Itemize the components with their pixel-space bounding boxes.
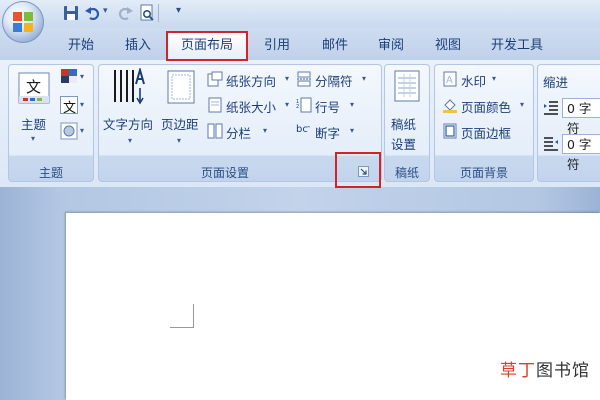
themes-dropdown-icon: ▾ (31, 134, 36, 143)
tab-insert[interactable]: 插入 (125, 36, 151, 56)
tab-page-layout[interactable]: 页面布局 (166, 31, 248, 61)
text-direction-dropdown-icon: ▾ (128, 136, 133, 145)
left-indent-icon (544, 101, 558, 115)
theme-colors-dropdown-icon[interactable]: ▾ (80, 72, 84, 81)
watermark-label: 水印 (461, 74, 487, 89)
page-borders-label: 页面边框 (461, 126, 512, 141)
breaks-label: 分隔符 (315, 74, 353, 89)
size-dropdown-icon: ▾ (285, 100, 290, 109)
manuscript-label-line2: 设置 (391, 137, 417, 152)
columns-icon (207, 123, 223, 139)
office-logo-icon (13, 12, 33, 32)
watermark-button[interactable]: A 水印 ▾ (442, 70, 522, 90)
indent-label: 缩进 (543, 75, 569, 90)
margins-button[interactable]: 页边距 ▾ (161, 68, 203, 150)
page-setup-group-label: 页面设置 (200, 166, 249, 180)
svg-text:A: A (446, 75, 453, 86)
save-icon[interactable] (62, 4, 80, 22)
manuscript-settings-button[interactable]: 稿纸 设置 (386, 68, 428, 152)
tab-references[interactable]: 引用 (264, 36, 290, 56)
theme-fonts-dropdown-icon[interactable]: ▾ (80, 100, 84, 109)
orientation-label: 纸张方向 (226, 74, 277, 89)
left-indent-input[interactable]: 0 字符 (562, 98, 600, 136)
quick-access-separator (158, 4, 159, 22)
tab-view[interactable]: 视图 (435, 36, 461, 56)
hyphenation-button[interactable]: bc - 断字 ▾ (296, 122, 370, 142)
right-indent-icon (544, 137, 558, 151)
tab-home[interactable]: 开始 (68, 36, 94, 56)
site-watermark: 草丁图书馆 (500, 356, 590, 381)
office-button[interactable] (2, 1, 44, 43)
manuscript-label-line1: 稿纸 (391, 117, 417, 132)
svg-text:2: 2 (296, 104, 299, 110)
themes-glyph: 文 (26, 78, 42, 96)
text-direction-button[interactable]: 文字方向 ▾ (103, 68, 161, 150)
theme-effects-dropdown-icon[interactable]: ▾ (80, 126, 84, 135)
theme-effects-icon[interactable] (60, 122, 78, 140)
page-color-icon (443, 99, 457, 113)
columns-dropdown-icon: ▾ (263, 126, 268, 135)
hyphenation-dash-icon: - (307, 122, 311, 132)
margins-dropdown-icon: ▾ (177, 136, 182, 145)
paper-size-icon (208, 97, 222, 113)
manuscript-group-label: 稿纸 (394, 166, 419, 180)
columns-label: 分栏 (226, 126, 252, 141)
print-preview-icon[interactable] (138, 4, 156, 22)
orientation-button[interactable]: 纸张方向 ▾ (207, 70, 293, 90)
themes-button-label: 主题 (21, 117, 47, 132)
line-numbers-icon: 1 2 (296, 97, 312, 113)
right-indent-input[interactable]: 0 字符 (562, 134, 600, 172)
theme-fonts-icon: 文 (63, 101, 77, 116)
page-color-button[interactable]: 页面颜色 ▾ (442, 96, 530, 116)
customize-quick-access-icon[interactable]: ▾ (176, 5, 181, 16)
text-direction-label: 文字方向 (103, 117, 154, 132)
hyphenation-dropdown-icon: ▾ (350, 126, 355, 135)
page-background-group-label: 页面背景 (459, 166, 508, 180)
orientation-dropdown-icon: ▾ (285, 74, 290, 83)
orientation-icon (207, 71, 223, 87)
size-label: 纸张大小 (226, 100, 277, 115)
page-setup-launcher-highlight (335, 152, 381, 188)
theme-colors-icon[interactable] (60, 68, 78, 84)
margins-label: 页边距 (161, 117, 199, 132)
hyphenation-label: 断字 (315, 126, 341, 141)
undo-dropdown-icon[interactable]: ▾ (103, 6, 108, 16)
line-numbers-dropdown-icon: ▾ (350, 100, 355, 109)
theme-fonts-button[interactable]: 文 (60, 96, 78, 116)
breaks-button[interactable]: 分隔符 ▾ (296, 70, 370, 90)
watermark-dropdown-icon: ▾ (492, 74, 497, 83)
page-color-label: 页面颜色 (461, 100, 512, 115)
undo-icon[interactable] (84, 4, 102, 22)
line-numbers-label: 行号 (315, 100, 341, 115)
tab-review[interactable]: 审阅 (378, 36, 404, 56)
page-color-dropdown-icon: ▾ (520, 100, 525, 109)
page-borders-icon (443, 123, 457, 139)
tab-mailings[interactable]: 邮件 (322, 36, 348, 56)
watermark-icon: A (443, 71, 457, 87)
breaks-icon (297, 71, 311, 87)
manuscript-icon (394, 70, 420, 102)
watermark-text-main: 图书馆 (536, 361, 590, 381)
watermark-text-accent: 草丁 (500, 361, 536, 381)
breaks-dropdown-icon: ▾ (362, 74, 367, 83)
size-button[interactable]: 纸张大小 ▾ (207, 96, 293, 116)
margin-corner-mark (170, 304, 194, 328)
line-numbers-button[interactable]: 1 2 行号 ▾ (296, 96, 370, 116)
page-borders-button[interactable]: 页面边框 (442, 122, 530, 142)
columns-button[interactable]: 分栏 ▾ (207, 122, 287, 142)
margins-icon (167, 70, 195, 104)
themes-group-label: 主题 (38, 166, 63, 180)
text-direction-icon (114, 68, 145, 105)
themes-button[interactable]: 文 主题 ▾ (16, 70, 56, 150)
redo-icon[interactable] (116, 4, 134, 22)
tab-developer[interactable]: 开发工具 (491, 36, 543, 56)
